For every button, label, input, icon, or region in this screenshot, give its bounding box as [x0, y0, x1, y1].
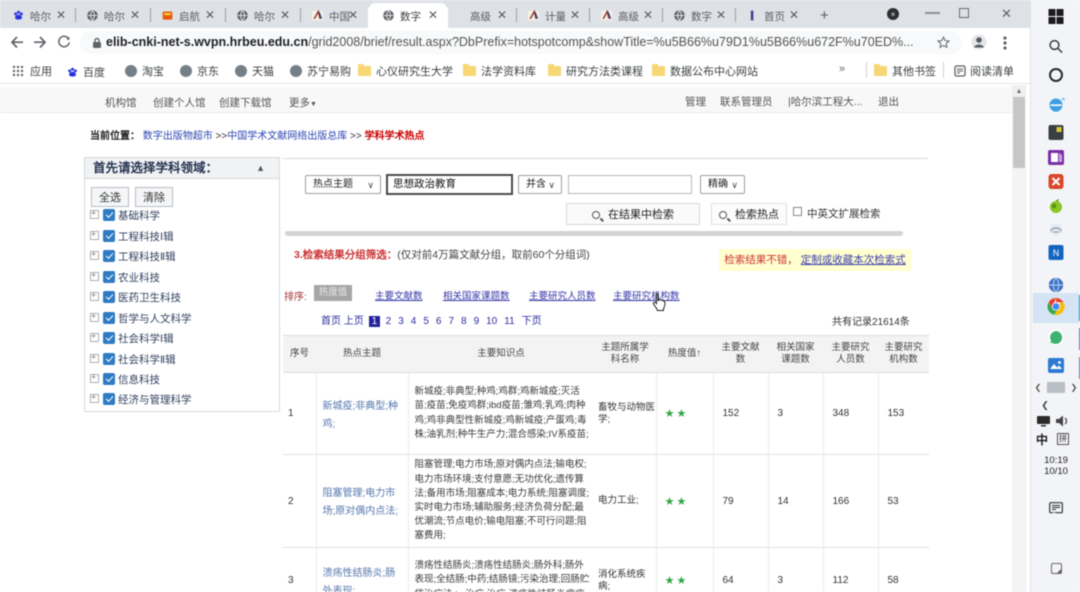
- svg-text:N: N: [1052, 248, 1059, 258]
